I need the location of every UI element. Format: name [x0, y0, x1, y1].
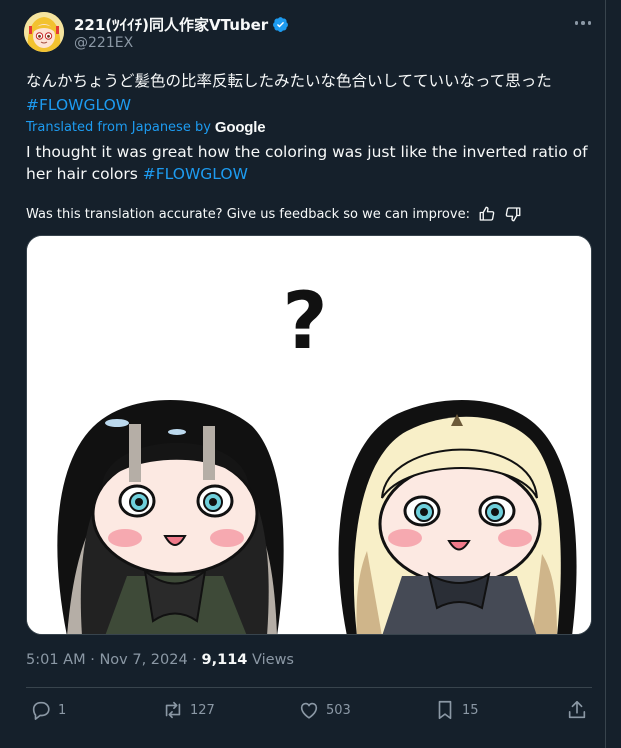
- tweet-time[interactable]: 5:01 AM: [26, 652, 86, 668]
- meta-separator: ·: [187, 652, 202, 668]
- translation-attribution[interactable]: Translated from Japanese by Google: [26, 119, 266, 136]
- fanart-illustration: ?: [27, 236, 591, 634]
- feedback-prompt: Was this translation accurate? Give us f…: [26, 206, 470, 222]
- verified-badge-icon[interactable]: [272, 16, 289, 33]
- heart-icon: [300, 702, 318, 719]
- translation-feedback: Was this translation accurate? Give us f…: [26, 205, 522, 223]
- repost-button[interactable]: 127: [162, 699, 215, 721]
- like-button[interactable]: 503: [298, 699, 351, 721]
- translated-by-label: Translated from Japanese by: [26, 120, 211, 135]
- reply-icon: [32, 701, 50, 720]
- bookmark-icon: [438, 700, 452, 720]
- google-logo: Google: [214, 119, 266, 136]
- author-display-name[interactable]: 221(ﾂｲｲﾁ)同人作家VTuber: [74, 14, 268, 35]
- bookmark-button[interactable]: 15: [434, 699, 479, 721]
- question-mark-text: ?: [282, 277, 327, 367]
- tweet-header: 221(ﾂｲｲﾁ)同人作家VTuber @221EX: [24, 12, 594, 56]
- divider: [26, 687, 592, 688]
- author-handle[interactable]: @221EX: [74, 35, 133, 51]
- more-dot: [574, 21, 579, 25]
- thumbs-down-icon[interactable]: [504, 205, 522, 223]
- original-hashtag-link[interactable]: #FLOWGLOW: [26, 96, 131, 114]
- more-dot: [587, 21, 592, 25]
- more-dots-icon[interactable]: [572, 16, 594, 30]
- tweet-card: 221(ﾂｲｲﾁ)同人作家VTuber @221EX なんかちょうど髪色の比率反…: [0, 0, 606, 748]
- like-count: 503: [326, 702, 351, 718]
- author-name-row: 221(ﾂｲｲﾁ)同人作家VTuber: [74, 14, 289, 35]
- reply-button[interactable]: 1: [30, 699, 66, 721]
- bookmark-count: 15: [462, 702, 479, 718]
- translated-text: I thought it was great how the coloring …: [26, 143, 588, 183]
- left-character: [57, 400, 284, 634]
- right-character: [338, 400, 577, 634]
- more-dot: [581, 21, 585, 25]
- tweet-original-text: なんかちょうど髪色の比率反転したみたいな色合いしてていいなって思った #FLOW…: [26, 69, 596, 117]
- avatar-illustration: [24, 12, 64, 52]
- share-button[interactable]: [566, 699, 588, 721]
- original-text: なんかちょうど髪色の比率反転したみたいな色合いしてていいなって思った: [26, 72, 568, 90]
- author-avatar[interactable]: [24, 12, 64, 52]
- translated-hashtag-link[interactable]: #FLOWGLOW: [143, 165, 248, 183]
- tweet-actions: 1 127 503 15: [26, 699, 592, 725]
- tweet-translated-text: I thought it was great how the coloring …: [26, 141, 596, 185]
- thumbs-up-icon[interactable]: [478, 205, 496, 223]
- tweet-date[interactable]: Nov 7, 2024: [99, 652, 187, 668]
- views-count: 9,114: [201, 652, 248, 668]
- tweet-media-image[interactable]: ?: [26, 235, 592, 635]
- repost-count: 127: [190, 702, 215, 718]
- share-icon: [568, 700, 586, 719]
- tweet-meta: 5:01 AM · Nov 7, 2024 · 9,114 Views: [26, 652, 294, 668]
- meta-separator: ·: [85, 652, 100, 668]
- views-label: Views: [247, 652, 294, 668]
- reply-count: 1: [58, 702, 67, 718]
- repost-icon: [165, 701, 181, 719]
